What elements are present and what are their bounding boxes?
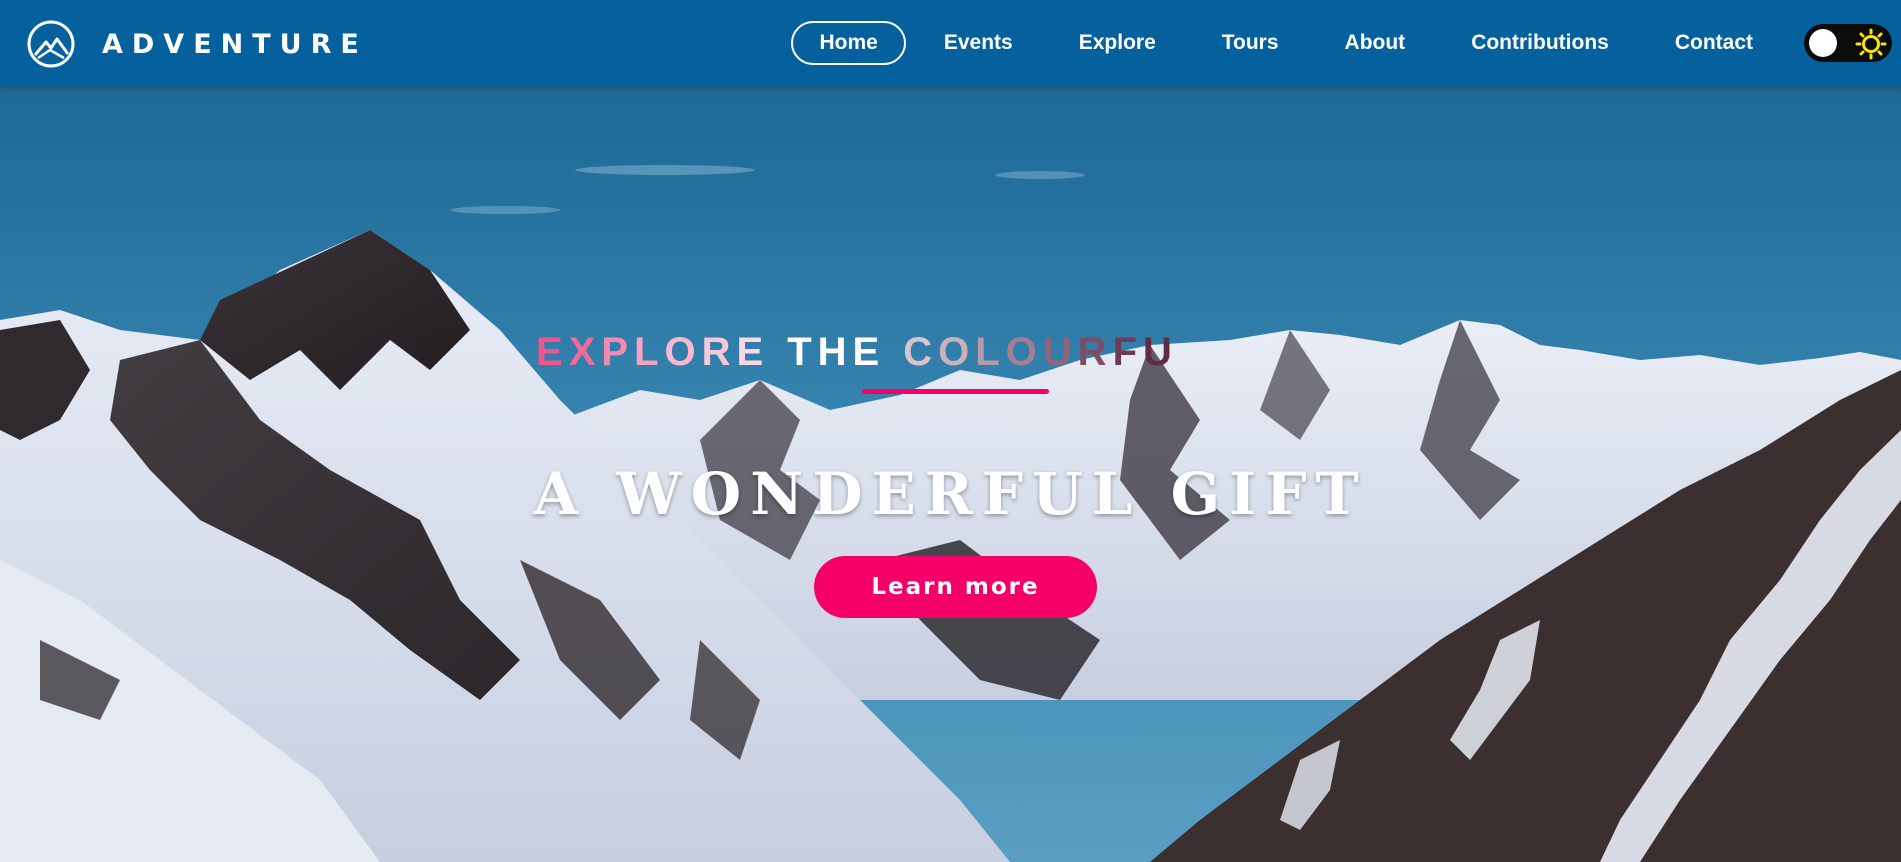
tagline-word-explore: EXPLORE: [536, 330, 769, 375]
toggle-knob: [1809, 29, 1837, 57]
theme-toggle[interactable]: [1804, 24, 1892, 62]
main-nav: Home Events Explore Tours About Contribu…: [781, 21, 1781, 65]
top-navbar: ADVENTURE Home Events Explore Tours Abou…: [0, 0, 1901, 86]
tagline-letter: C: [903, 330, 939, 374]
tagline-word-colourful: COLOURFU: [903, 330, 1178, 375]
nav-item-explore[interactable]: Explore: [1051, 21, 1184, 65]
tagline-underline: [862, 389, 1049, 394]
tagline-letter: E: [736, 330, 770, 374]
nav-item-contributions[interactable]: Contributions: [1443, 21, 1637, 65]
hero-background-image: [0, 0, 1901, 862]
sun-icon: [1855, 28, 1887, 60]
brand[interactable]: ADVENTURE: [26, 19, 368, 69]
nav-item-home[interactable]: Home: [791, 21, 906, 65]
brand-name: ADVENTURE: [102, 28, 368, 60]
tagline-letter: P: [601, 330, 635, 374]
tagline-letter: X: [568, 330, 602, 374]
nav-item-contact[interactable]: Contact: [1647, 21, 1781, 65]
learn-more-button[interactable]: Learn more: [814, 556, 1097, 618]
tagline-letter: E: [536, 330, 569, 374]
tagline-letter: F: [1112, 330, 1143, 374]
tagline-letter: O: [938, 330, 976, 374]
hero-headline: A WONDERFUL GIFT: [533, 460, 1368, 528]
tagline-letter: U: [1143, 330, 1178, 374]
tagline-letter: R: [1077, 330, 1113, 374]
tagline-letter: L: [975, 330, 1006, 374]
tagline-letter: L: [634, 330, 665, 374]
tagline-letter: O: [664, 330, 702, 374]
hero-tagline: EXPLORE THE COLOURFU: [536, 330, 1178, 375]
tagline-letter: U: [1042, 330, 1078, 374]
tagline-letter: R: [701, 330, 737, 374]
nav-item-about[interactable]: About: [1317, 21, 1434, 65]
nav-item-events[interactable]: Events: [916, 21, 1041, 65]
mountain-logo-icon: [27, 20, 75, 68]
tagline-word-the: THE: [787, 330, 886, 374]
nav-item-tours[interactable]: Tours: [1194, 21, 1307, 65]
tagline-letter: O: [1005, 330, 1043, 374]
